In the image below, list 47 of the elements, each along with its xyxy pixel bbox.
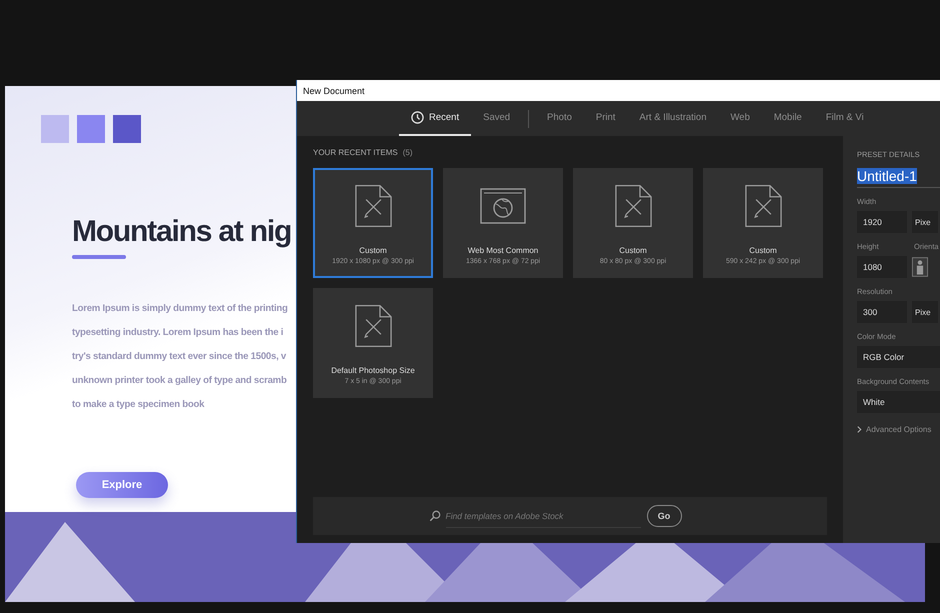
resolution-field[interactable]: 300	[857, 301, 907, 323]
search-icon	[428, 510, 440, 522]
tab[interactable]: Web	[718, 101, 762, 136]
search-field[interactable]: Find templates on Adobe Stock	[446, 504, 640, 528]
tab[interactable]: Art & Illustration	[627, 101, 718, 136]
chevron-right-icon	[857, 426, 862, 433]
background-dropdown[interactable]: White	[857, 391, 940, 413]
tab[interactable]: Film & Vi	[814, 101, 876, 136]
window-title: New Document	[303, 86, 365, 96]
body-text-line: to make a type specimen book	[72, 398, 206, 412]
body-text-line: try's standard dummy text ever since the 1500s, v	[72, 350, 287, 364]
swatch	[113, 115, 141, 143]
page-headline: Mountains at nig	[72, 215, 292, 249]
preset-name: Custom	[749, 246, 777, 255]
unit-dropdown[interactable]: Pixe	[912, 301, 938, 323]
headline-underline	[72, 255, 126, 259]
body-text-line: unknown printer took a galley of type and scramb	[72, 374, 288, 388]
clock-icon	[411, 111, 424, 124]
document-icon	[354, 304, 392, 348]
unit-dropdown[interactable]: Pixe	[912, 211, 938, 233]
tab[interactable]: Mobile	[762, 101, 814, 136]
tab[interactable]: Saved	[471, 101, 522, 136]
height-field[interactable]: 1080	[857, 256, 907, 278]
browser-globe-icon	[480, 188, 526, 224]
preset-name: Default Photoshop Size	[331, 366, 415, 375]
width-field[interactable]: 1920	[857, 211, 907, 233]
preset-name: Custom	[619, 246, 647, 255]
body-text-line: typesetting industry. Lorem Ipsum has been the i	[72, 326, 284, 340]
color-mode-dropdown[interactable]: RGB Color	[857, 346, 940, 368]
document-name-field[interactable]: Untitled-1	[857, 165, 940, 188]
body-text-line: Lorem Ipsum is simply dummy text of the printing	[72, 302, 289, 316]
document-icon	[614, 184, 652, 228]
document-name: Untitled-1	[857, 168, 917, 184]
swatch	[41, 115, 69, 143]
section-heading: YOUR RECENT ITEMS	[313, 148, 398, 157]
portrait-orientation-icon[interactable]	[912, 257, 928, 277]
preset-name: Web Most Common	[468, 246, 538, 255]
advanced-options-toggle[interactable]: Advanced Options	[857, 425, 932, 434]
tab[interactable]: Print	[584, 101, 628, 136]
item-count: (5)	[402, 148, 413, 157]
document-icon	[744, 184, 782, 228]
preset-name: Custom	[359, 246, 387, 255]
tab[interactable]: Photo	[535, 101, 584, 136]
tab[interactable]: Recent	[399, 101, 472, 136]
go-button[interactable]: Go	[646, 505, 682, 527]
swatch	[77, 115, 105, 143]
document-icon	[354, 184, 392, 228]
